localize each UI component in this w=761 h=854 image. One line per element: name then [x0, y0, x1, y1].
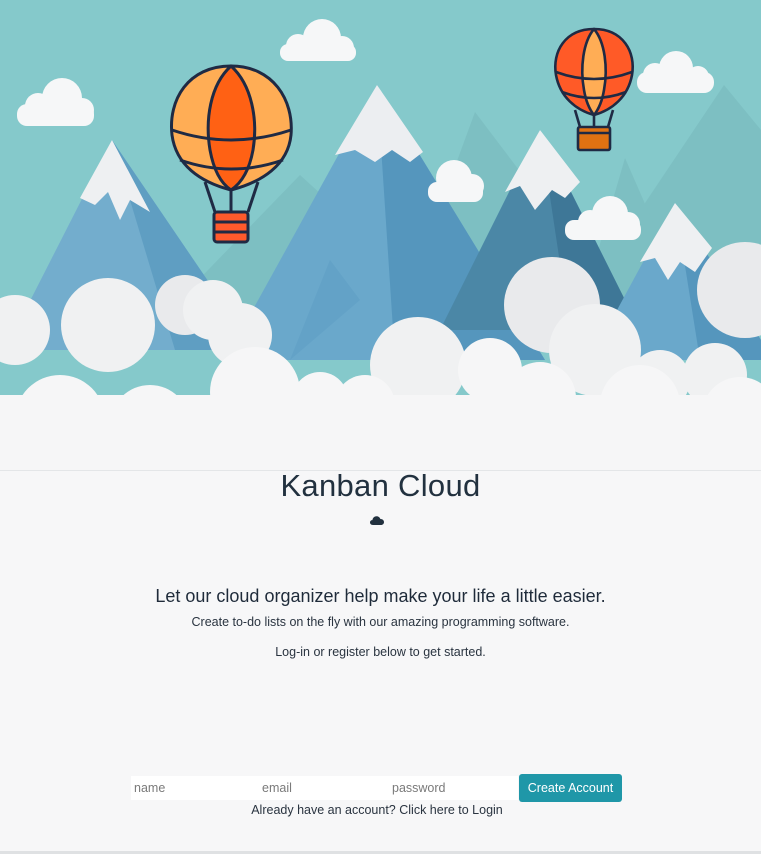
cloud-icon	[370, 516, 384, 525]
description-line-2: Log-in or register below to get started.	[275, 645, 486, 659]
name-input[interactable]	[131, 776, 260, 800]
description-line-1: Create to-do lists on the fly with our a…	[191, 615, 570, 629]
login-link[interactable]: Already have an account? Click here to L…	[0, 803, 754, 817]
tagline: Let our cloud organizer help make your l…	[155, 586, 606, 606]
create-account-button[interactable]: Create Account	[519, 774, 622, 802]
password-input[interactable]	[389, 776, 518, 800]
email-input[interactable]	[260, 776, 389, 800]
page-title: Kanban Cloud	[280, 468, 481, 503]
hero-illustration	[0, 0, 761, 471]
